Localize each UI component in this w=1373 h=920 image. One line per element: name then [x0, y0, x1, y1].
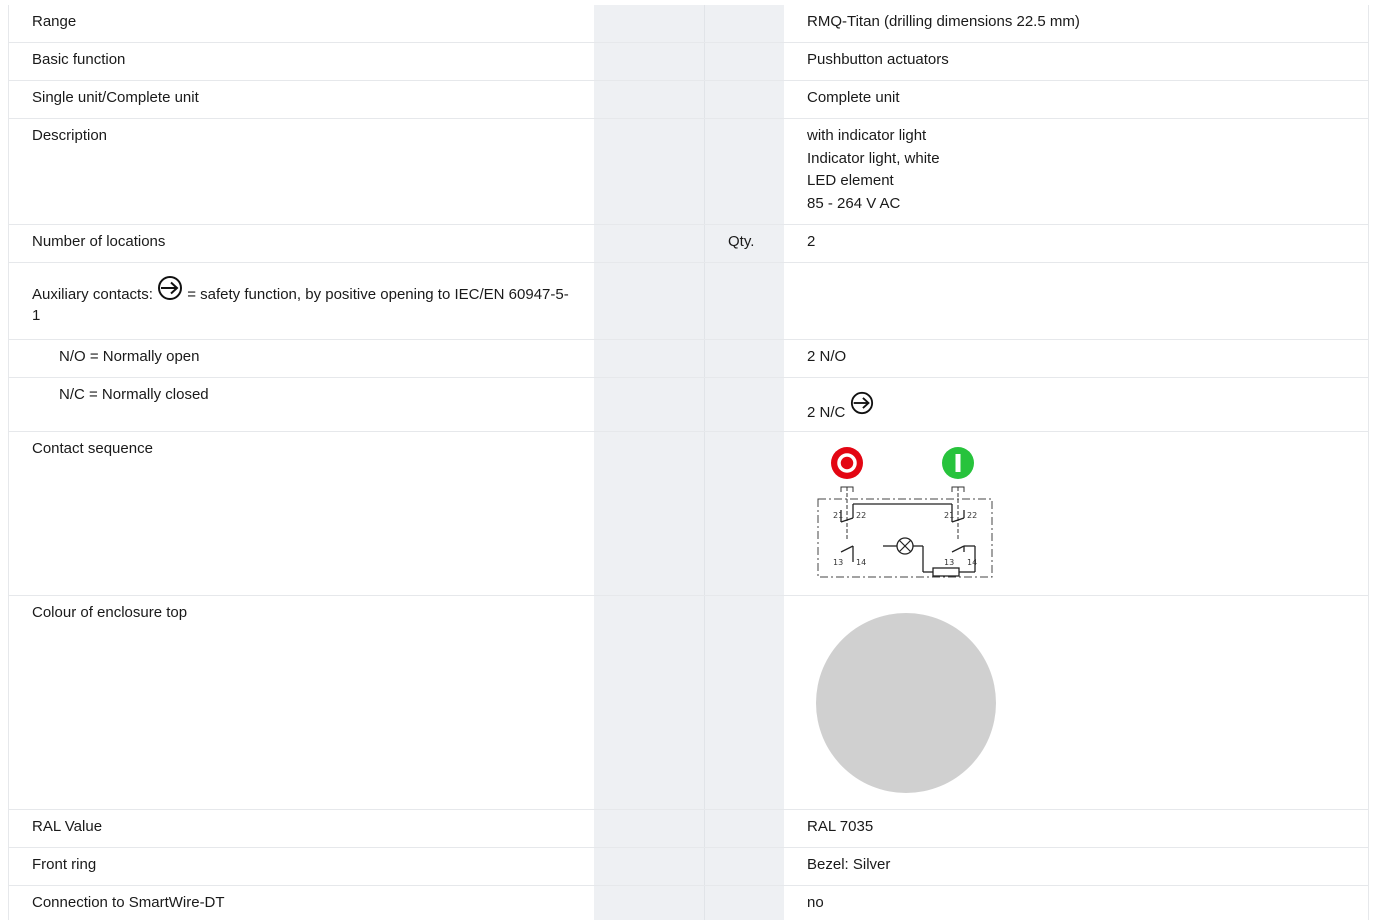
table-row-single-complete: Single unit/Complete unit Complete unit: [8, 81, 1369, 119]
row-label: Connection to SmartWire-DT: [32, 894, 225, 911]
stop-button-icon: [831, 447, 863, 479]
description-line: with indicator light: [807, 127, 927, 144]
table-row-auxiliary-contacts: Auxiliary contacts: = safety function, b…: [8, 263, 1369, 340]
row-value: Complete unit: [807, 89, 900, 106]
terminal-label: 13: [833, 558, 843, 567]
table-row-smartwire: Connection to SmartWire-DT no: [8, 886, 1369, 920]
row-value: RMQ-Titan (drilling dimensions 22.5 mm): [807, 13, 1080, 30]
table-row-normally-closed: N/C = Normally closed 2 N/C: [8, 378, 1369, 432]
row-unit: Qty.: [728, 233, 755, 250]
terminal-label: 22: [967, 511, 977, 520]
table-row-range: Range RMQ-Titan (drilling dimensions 22.…: [8, 5, 1369, 43]
table-row-ral-value: RAL Value RAL 7035: [8, 810, 1369, 848]
table-row-contact-sequence: Contact sequence 21 22 21 22 13 14 13 14: [8, 432, 1369, 596]
terminal-label: 21: [944, 511, 954, 520]
row-label: Basic function: [32, 51, 126, 68]
row-label: N/C = Normally closed: [59, 386, 209, 403]
nc-value-cell: 2 N/C: [807, 391, 874, 424]
row-label: Contact sequence: [32, 440, 153, 457]
table-row-basic-function: Basic function Pushbutton actuators: [8, 43, 1369, 81]
row-label: Single unit/Complete unit: [32, 89, 199, 106]
terminal-label: 13: [944, 558, 954, 567]
table-row-normally-open: N/O = Normally open 2 N/O: [8, 340, 1369, 378]
description-line: Indicator light, white: [807, 149, 940, 167]
contact-sequence-diagram: 21 22 21 22 13 14 13 14: [817, 447, 993, 578]
row-label: Number of locations: [32, 233, 166, 250]
row-value: 2 N/C: [807, 404, 846, 421]
row-label: RAL Value: [32, 818, 103, 835]
aux-label-prefix: Auxiliary contacts:: [32, 286, 153, 303]
row-label: N/O = Normally open: [59, 348, 200, 365]
table-row-front-ring: Front ring Bezel: Silver: [8, 848, 1369, 886]
row-label: Colour of enclosure top: [32, 604, 188, 621]
table-row-number-of-locations: Number of locations Qty. 2: [8, 225, 1369, 263]
description-lines: with indicator light Indicator light, wh…: [807, 125, 940, 215]
row-value: RAL 7035: [807, 818, 874, 835]
spec-table: Range RMQ-Titan (drilling dimensions 22.…: [8, 5, 1369, 920]
row-value: Pushbutton actuators: [807, 51, 949, 68]
description-line: LED element: [807, 172, 894, 189]
row-value: 2: [807, 233, 816, 250]
positive-opening-icon: [158, 276, 183, 300]
row-value: Bezel: Silver: [807, 856, 891, 873]
terminal-label: 21: [833, 511, 843, 520]
terminal-label: 14: [967, 558, 977, 567]
row-label: Front ring: [32, 856, 97, 873]
description-line: 85 - 264 V AC: [807, 194, 901, 212]
positive-opening-icon: [850, 391, 873, 415]
aux-contacts-label: Auxiliary contacts: = safety function, b…: [32, 275, 572, 326]
row-value: no: [807, 894, 824, 911]
terminal-label: 22: [856, 511, 866, 520]
terminal-label: 14: [856, 558, 866, 567]
row-label: Description: [32, 127, 108, 144]
table-row-description: Description with indicator light Indicat…: [8, 119, 1369, 225]
table-row-enclosure-colour: Colour of enclosure top: [8, 596, 1369, 810]
colour-swatch: [816, 613, 996, 793]
row-label: Range: [32, 13, 77, 30]
row-value: 2 N/O: [807, 348, 847, 365]
resistor-icon: [932, 567, 960, 577]
